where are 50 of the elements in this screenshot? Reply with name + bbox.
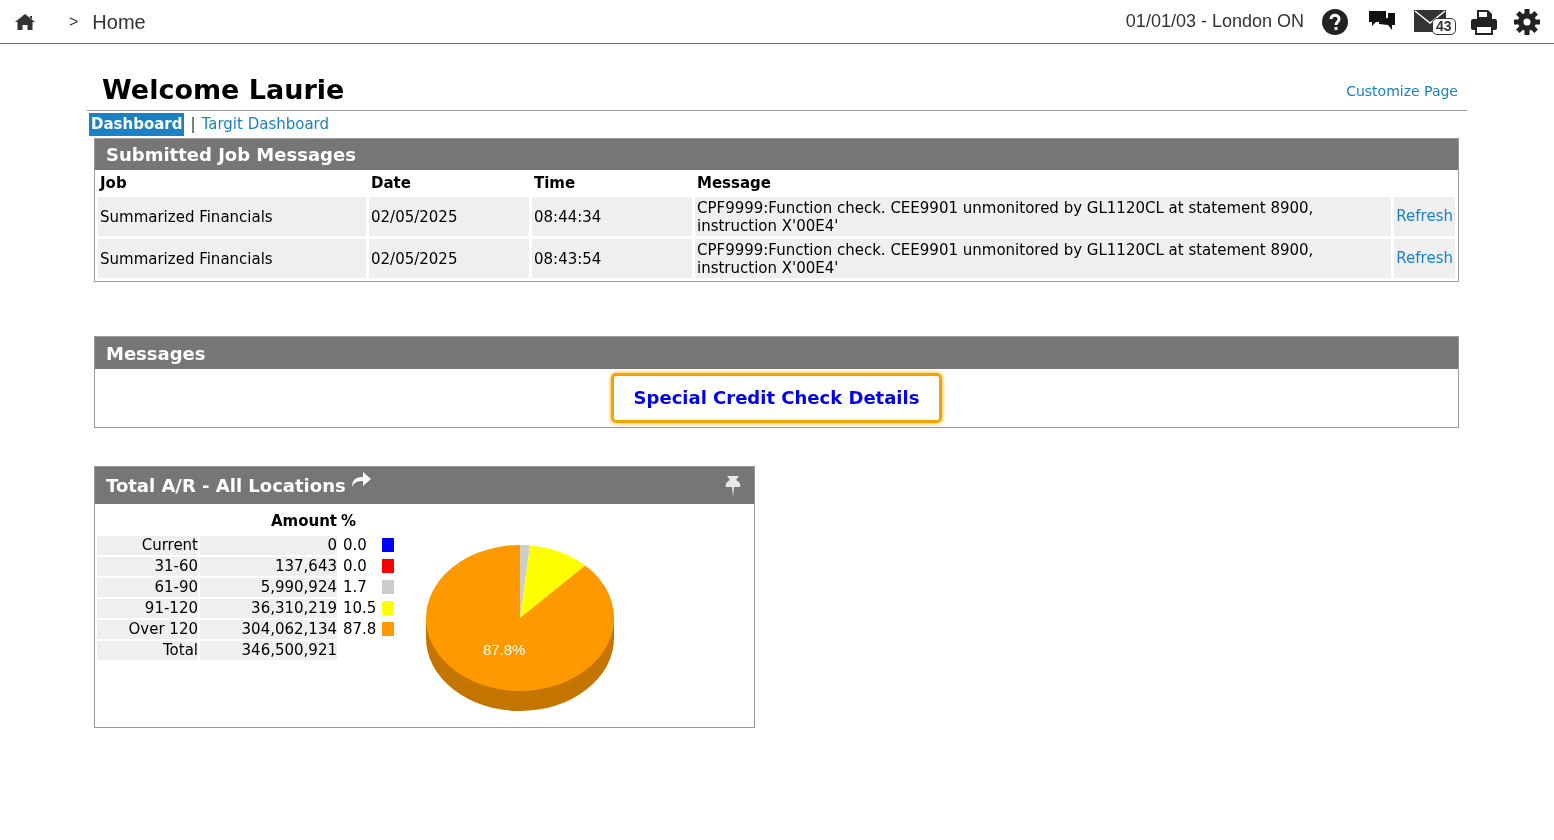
panel-title: Total A/R - All Locations bbox=[106, 474, 346, 498]
table-cell: 304,062,134 bbox=[200, 619, 337, 639]
table-cell: 36,310,219 bbox=[200, 598, 337, 618]
table-cell: 02/05/2025 bbox=[369, 239, 529, 278]
table-cell: 91-120 bbox=[97, 598, 198, 618]
column-header: Message bbox=[696, 172, 772, 194]
table-cell: Total bbox=[97, 640, 198, 660]
table-cell: 08:44:34 bbox=[532, 197, 692, 236]
curved-arrow-icon[interactable] bbox=[349, 470, 372, 489]
customize-page-link[interactable]: Customize Page bbox=[1346, 81, 1458, 102]
table-cell: 5,990,924 bbox=[200, 577, 337, 597]
column-header: Date bbox=[370, 172, 412, 194]
table-cell: Summarized Financials bbox=[98, 197, 366, 236]
welcome-heading: Welcome Laurie bbox=[102, 73, 345, 107]
column-header: % bbox=[340, 511, 358, 532]
settings-icon[interactable] bbox=[1514, 8, 1540, 35]
mail-count-badge: 43 bbox=[1432, 17, 1456, 35]
location-text: 01/01/03 - London ON bbox=[1125, 10, 1304, 33]
table-cell: 0 bbox=[200, 535, 337, 555]
column-header: Time bbox=[533, 172, 577, 194]
table-cell: Summarized Financials bbox=[98, 239, 366, 278]
panel-header: Submitted Job Messages bbox=[95, 138, 1458, 170]
print-icon[interactable] bbox=[1470, 8, 1498, 35]
table-cell: CPF9999:Function check. CEE9901 unmonitored by GL1120CL at statement 8900, instruction X'00E4' bbox=[695, 239, 1392, 278]
table-cell: 61-90 bbox=[97, 577, 198, 597]
table-cell: CPF9999:Function check. CEE9901 unmonitored by GL1120CL at statement 8900, instruction X'00E4' bbox=[695, 197, 1392, 236]
table-cell-text: 10.5 bbox=[342, 598, 377, 618]
table-cell: 31-60 bbox=[97, 556, 198, 576]
pie-value-label: 87.8% bbox=[483, 640, 526, 658]
breadcrumb-link[interactable]: Home bbox=[92, 6, 146, 37]
tab-separator: | bbox=[190, 114, 196, 135]
panel-header: Messages bbox=[95, 337, 1458, 369]
table-cell: 02/05/2025 bbox=[369, 197, 529, 236]
dashboard-tab[interactable]: Dashboard bbox=[89, 113, 185, 136]
table-cell: Over 120 bbox=[97, 619, 198, 639]
table-cell: Current bbox=[97, 535, 198, 555]
home-icon[interactable] bbox=[14, 12, 36, 31]
table-cell: 08:43:54 bbox=[532, 239, 692, 278]
table-cell-text: 0.0 bbox=[342, 535, 368, 555]
column-header: Amount bbox=[269, 511, 337, 532]
dashboard-tab[interactable]: Targit Dashboard bbox=[201, 113, 330, 136]
credit-check-link[interactable]: Special Credit Check Details bbox=[610, 373, 943, 423]
table-cell: 137,643 bbox=[200, 556, 337, 576]
table-cell-text: 1.7 bbox=[342, 577, 368, 597]
breadcrumb-separator: > bbox=[69, 11, 79, 32]
table-cell: 346,500,921 bbox=[200, 640, 337, 660]
column-header: Job bbox=[98, 172, 128, 194]
table-cell-text: 0.0 bbox=[342, 556, 368, 576]
table-cell-text: 87.8 bbox=[342, 619, 377, 639]
help-icon[interactable] bbox=[1322, 8, 1348, 35]
